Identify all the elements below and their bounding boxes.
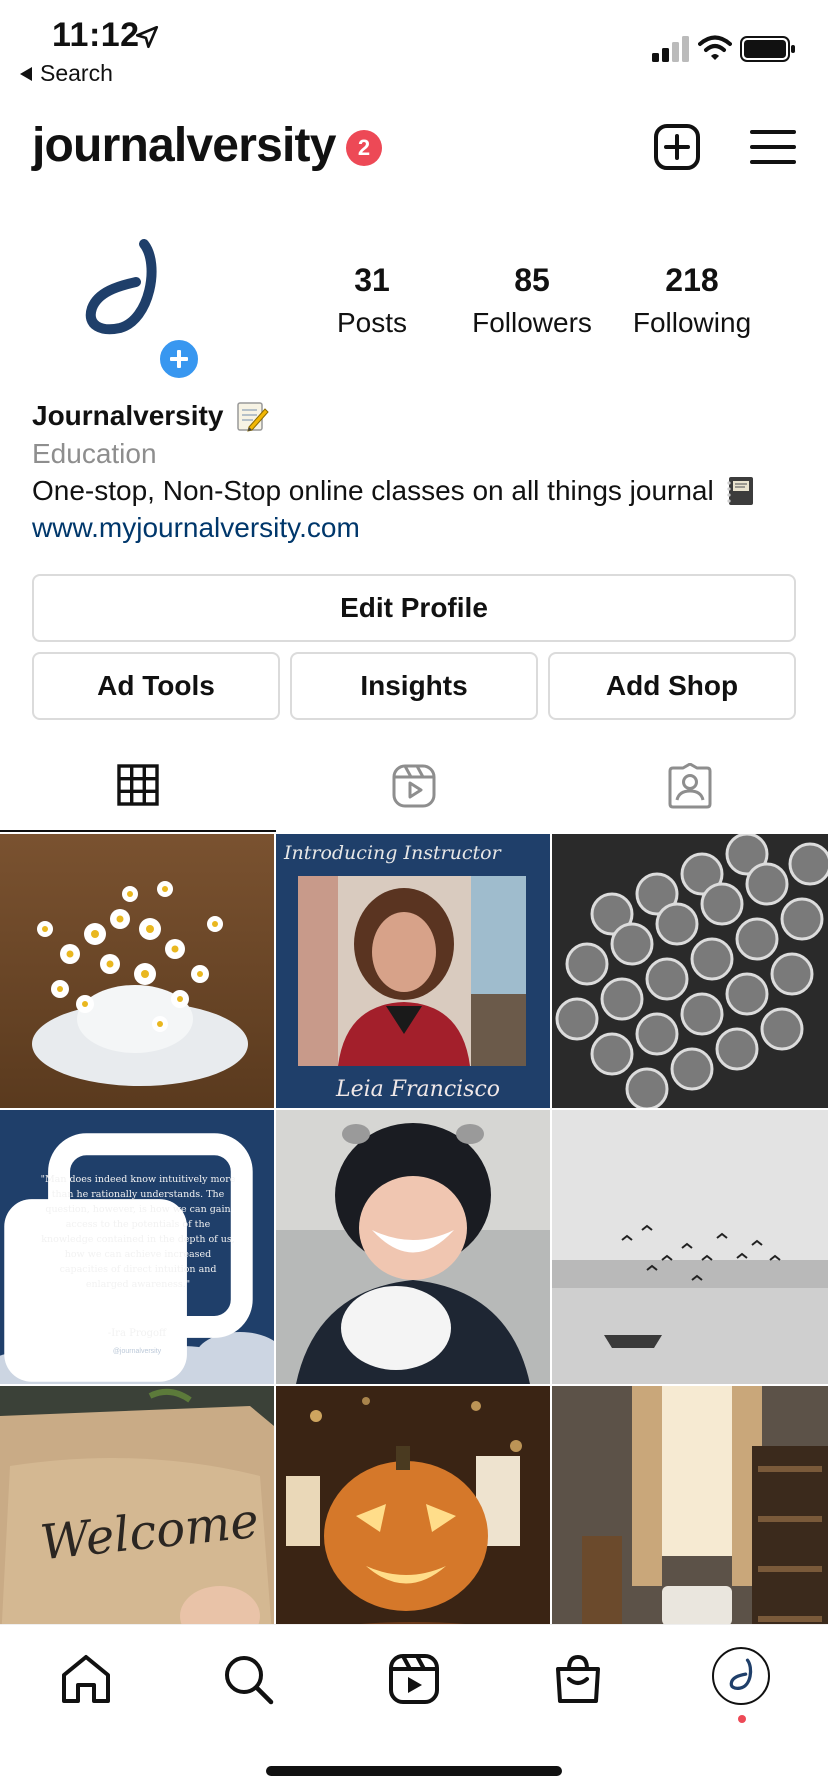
- display-name-row: Journalversity: [32, 398, 812, 434]
- following-count: 218: [665, 262, 719, 298]
- tab-posts-grid[interactable]: [0, 740, 276, 832]
- post-thumbnail[interactable]: [552, 1386, 828, 1624]
- quote-handle: @journalversity: [112, 1348, 162, 1355]
- search-icon[interactable]: [220, 1651, 276, 1707]
- post-thumbnail[interactable]: [276, 1386, 550, 1624]
- posts-grid: Introducing Instructor Leia Francisco "M…: [0, 834, 828, 1624]
- reels-icon[interactable]: [386, 1651, 442, 1707]
- status-bar: 11:12 Search: [0, 0, 828, 96]
- wifi-icon: [698, 35, 732, 60]
- grid-icon: [117, 764, 159, 806]
- tagged-icon: [668, 763, 712, 809]
- post-overlay-name: Leia Francisco: [336, 1077, 501, 1102]
- post-thumbnail[interactable]: Introducing Instructor Leia Francisco: [276, 834, 550, 1108]
- cellular-signal-icon: [652, 36, 689, 62]
- post-thumbnail[interactable]: [276, 1110, 550, 1384]
- back-to-search-link[interactable]: Search: [20, 60, 113, 87]
- website-link[interactable]: www.myjournalversity.com: [32, 510, 812, 546]
- post-thumbnail[interactable]: [552, 1110, 828, 1384]
- status-time: 11:12: [52, 16, 140, 54]
- quote-author: -Ira Progoff: [107, 1328, 167, 1339]
- back-label: Search: [40, 60, 113, 86]
- add-story-button[interactable]: [156, 336, 202, 382]
- username-title[interactable]: journalversity: [32, 118, 336, 173]
- birds-lake-image: [552, 1110, 828, 1384]
- ad-tools-button[interactable]: Ad Tools: [32, 652, 280, 720]
- profile-avatar-nav[interactable]: [712, 1647, 770, 1705]
- followers-count: 85: [514, 262, 550, 298]
- profile-avatar[interactable]: [48, 224, 184, 360]
- bio-text: One-stop, Non-Stop online classes on all…: [32, 475, 714, 506]
- post-overlay-title: Introducing Instructor: [284, 842, 501, 864]
- quote-text: "Man does indeed know intuitively more t…: [40, 1174, 236, 1290]
- instructor-portrait-image: [276, 834, 550, 1108]
- tab-tagged[interactable]: [552, 740, 828, 832]
- notification-badge[interactable]: 2: [346, 130, 382, 166]
- followers-label: Followers: [472, 307, 592, 338]
- stat-posts[interactable]: 31 Posts: [282, 262, 462, 339]
- battery-icon: [740, 36, 795, 62]
- post-thumbnail[interactable]: "Man does indeed know intuitively more t…: [0, 1110, 274, 1384]
- chamomile-teacup-image: [0, 834, 274, 1108]
- new-post-icon[interactable]: [652, 122, 702, 172]
- post-thumbnail[interactable]: Welcome: [0, 1386, 274, 1624]
- bio-text-row: One-stop, Non-Stop online classes on all…: [32, 472, 812, 510]
- stat-followers[interactable]: 85 Followers: [442, 262, 622, 339]
- profile-tabs: [0, 740, 828, 832]
- posts-count: 31: [354, 262, 390, 298]
- profile-category: Education: [32, 438, 157, 469]
- reels-icon: [392, 764, 436, 808]
- edit-profile-button[interactable]: Edit Profile: [32, 574, 796, 642]
- jack-o-lantern-image: [276, 1386, 550, 1624]
- tab-reels[interactable]: [276, 740, 552, 832]
- following-label: Following: [632, 307, 752, 338]
- stat-following[interactable]: 218 Following: [602, 262, 782, 339]
- home-indicator[interactable]: [266, 1766, 562, 1776]
- profile-bio: Journalversity Education One-stop, Non-S…: [32, 398, 812, 546]
- menu-icon[interactable]: [748, 122, 798, 172]
- back-triangle-icon: [20, 66, 32, 81]
- notebook-icon: [727, 477, 753, 505]
- profile-header: journalversity 2: [0, 112, 828, 182]
- shop-icon[interactable]: [550, 1651, 606, 1707]
- typewriter-keys-image: [552, 834, 828, 1108]
- child-snowball-image: [276, 1110, 550, 1384]
- post-thumbnail[interactable]: [0, 834, 274, 1108]
- display-name: Journalversity: [32, 400, 224, 431]
- location-arrow-icon: [135, 25, 159, 49]
- activity-dot: [738, 1715, 746, 1723]
- home-icon[interactable]: [58, 1651, 114, 1707]
- post-thumbnail[interactable]: [552, 834, 828, 1108]
- cozy-room-image: [552, 1386, 828, 1624]
- memo-pencil-icon: [237, 402, 270, 432]
- insights-button[interactable]: Insights: [290, 652, 538, 720]
- add-shop-button[interactable]: Add Shop: [548, 652, 796, 720]
- posts-label: Posts: [336, 307, 408, 338]
